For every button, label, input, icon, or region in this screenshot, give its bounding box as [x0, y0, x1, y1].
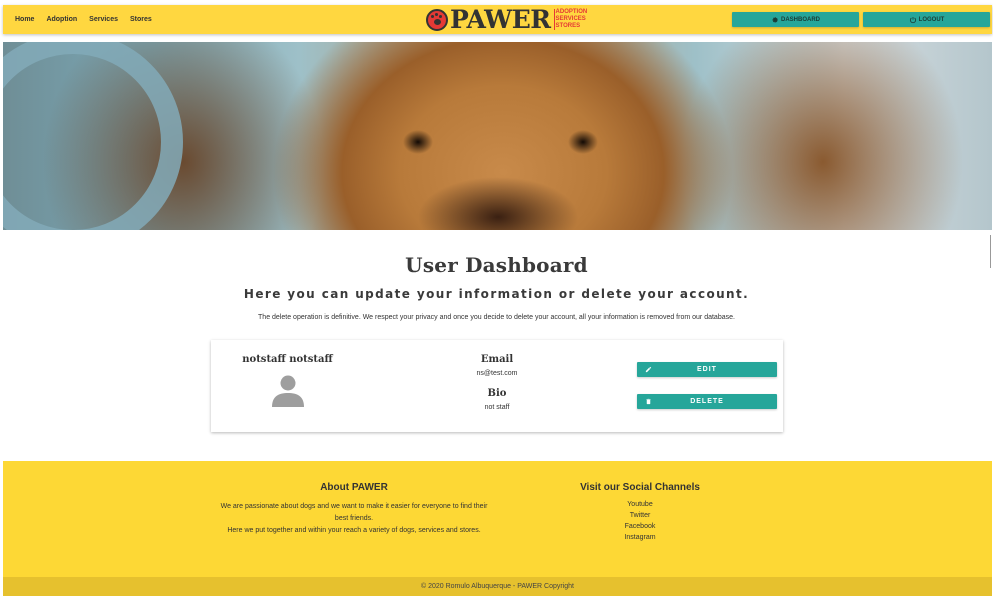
- delete-button[interactable]: DELETE: [637, 394, 777, 409]
- hero-wheel-shape: [3, 42, 183, 230]
- nav-link-stores[interactable]: Stores: [124, 16, 158, 23]
- brand-name: PAWER: [450, 5, 551, 34]
- footer-social: Visit our Social Channels Youtube Twitte…: [555, 482, 725, 543]
- footer-social-links: Youtube Twitter Facebook Instagram: [555, 499, 725, 543]
- footer-about-text: We are passionate about dogs and we want…: [220, 503, 488, 522]
- brand-tag-stores: STORES: [555, 23, 581, 29]
- page-title: User Dashboard: [405, 253, 588, 277]
- brand-tag-adoption: ADOPTION: [555, 9, 588, 15]
- edit-button-label: EDIT: [697, 366, 717, 373]
- trash-icon: [646, 398, 651, 405]
- brand-logo[interactable]: PAWER ADOPTION SERVICES STORES: [426, 6, 587, 33]
- footer: About PAWER We are passionate about dogs…: [3, 461, 992, 577]
- footer-link-youtube[interactable]: Youtube: [555, 499, 725, 510]
- power-icon: [909, 16, 916, 23]
- navbar: Home Adoption Services Stores PAWER ADOP…: [3, 5, 992, 34]
- paw-icon: [426, 8, 448, 31]
- dashboard-button-label: DASHBOARD: [781, 16, 820, 23]
- hero-image: [3, 42, 992, 230]
- footer-link-twitter[interactable]: Twitter: [555, 510, 725, 521]
- footer-link-facebook[interactable]: Facebook: [555, 521, 725, 532]
- footer-social-title: Visit our Social Channels: [580, 482, 700, 493]
- person-icon: [272, 375, 304, 407]
- footer-about-title: About PAWER: [320, 482, 388, 493]
- brand-tag-services: SERVICES: [555, 16, 586, 22]
- page: Home Adoption Services Stores PAWER ADOP…: [0, 0, 993, 602]
- delete-button-label: DELETE: [690, 398, 724, 405]
- email-value: ns@test.com: [476, 370, 518, 377]
- user-name: notstaff notstaff: [242, 354, 333, 365]
- gear-icon: [772, 16, 778, 23]
- nav-link-adoption[interactable]: Adoption: [40, 16, 83, 23]
- brand-tags: ADOPTION SERVICES STORES: [553, 9, 588, 30]
- pencil-icon: [645, 366, 652, 373]
- nav-link-services[interactable]: Services: [83, 16, 124, 23]
- footer-about-text-2: Here we put together and within your rea…: [227, 527, 481, 534]
- bio-value: not staff: [484, 404, 510, 411]
- copyright-bar: © 2020 Romulo Albuquerque - PAWER Copyri…: [3, 577, 992, 596]
- bio-label: Bio: [487, 388, 507, 399]
- footer-link-instagram[interactable]: Instagram: [555, 532, 725, 543]
- logout-button[interactable]: LOGOUT: [863, 12, 990, 27]
- edit-button[interactable]: EDIT: [637, 362, 777, 377]
- user-card: notstaff notstaff Email ns@test.com Bio …: [211, 340, 783, 432]
- logout-button-label: LOGOUT: [918, 16, 945, 23]
- page-subtitle: Here you can update your information or …: [243, 287, 750, 301]
- dashboard-button[interactable]: DASHBOARD: [732, 12, 859, 27]
- footer-about: About PAWER We are passionate about dogs…: [214, 482, 494, 537]
- delete-warning-note: The delete operation is definitive. We r…: [258, 314, 735, 321]
- email-label: Email: [480, 354, 514, 365]
- copyright-text: © 2020 Romulo Albuquerque - PAWER Copyri…: [420, 583, 574, 590]
- nav-links: Home Adoption Services Stores: [3, 16, 158, 23]
- nav-link-home[interactable]: Home: [9, 16, 40, 23]
